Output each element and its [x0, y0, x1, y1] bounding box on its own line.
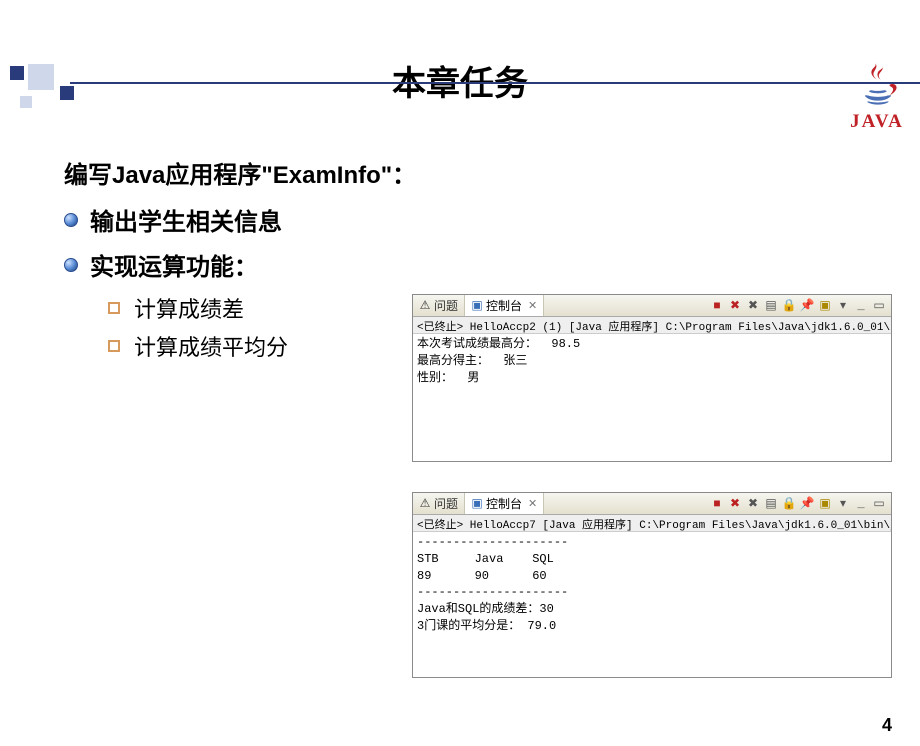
console-output: --------------------- STB Java SQL 89 90… — [413, 532, 891, 677]
remove-icon[interactable]: ✖ — [745, 496, 761, 512]
disc-bullet-icon — [64, 213, 78, 227]
pin-icon[interactable]: 📌 — [799, 496, 815, 512]
warning-icon: ⚠ — [419, 300, 431, 312]
terminate-all-icon[interactable]: ✖ — [727, 496, 743, 512]
console-toolbar: ■ ✖ ✖ ▤ 🔒 📌 ▣ ▾ _ ▭ — [709, 493, 891, 514]
terminate-icon[interactable]: ■ — [709, 298, 725, 314]
square-bullet-icon — [108, 340, 120, 352]
tab-console[interactable]: ▣ 控制台 ✕ — [465, 493, 544, 514]
dropdown-icon[interactable]: ▾ — [835, 496, 851, 512]
tab-label: 问题 — [434, 297, 458, 314]
scroll-lock-icon[interactable]: 🔒 — [781, 298, 797, 314]
console-tabs: ⚠ 问题 ▣ 控制台 ✕ ■ ✖ ✖ ▤ 🔒 📌 ▣ ▾ _ ▭ — [413, 493, 891, 515]
minimize-icon[interactable]: _ — [853, 298, 869, 314]
tab-problems[interactable]: ⚠ 问题 — [413, 295, 465, 316]
minimize-icon[interactable]: _ — [853, 496, 869, 512]
close-icon[interactable]: ✕ — [528, 497, 537, 511]
bullet-label: 输出学生相关信息 — [90, 202, 282, 237]
sub-bullet-label: 计算成绩差 — [134, 292, 244, 324]
console-icon: ▣ — [471, 498, 483, 510]
console-window-1: ⚠ 问题 ▣ 控制台 ✕ ■ ✖ ✖ ▤ 🔒 📌 ▣ ▾ _ ▭ <已终止> H… — [412, 294, 892, 462]
console-window-2: ⚠ 问题 ▣ 控制台 ✕ ■ ✖ ✖ ▤ 🔒 📌 ▣ ▾ _ ▭ <已终止> H… — [412, 492, 892, 678]
remove-icon[interactable]: ✖ — [745, 298, 761, 314]
display-icon[interactable]: ▣ — [817, 496, 833, 512]
dropdown-icon[interactable]: ▾ — [835, 298, 851, 314]
console-output: 本次考试成绩最高分： 98.5 最高分得主： 张三 性别： 男 — [413, 334, 891, 461]
console-toolbar: ■ ✖ ✖ ▤ 🔒 📌 ▣ ▾ _ ▭ — [709, 295, 891, 316]
bullet-item: 实现运算功能： — [64, 247, 920, 282]
scroll-lock-icon[interactable]: 🔒 — [781, 496, 797, 512]
java-logo: JAVA — [840, 60, 914, 144]
console-header: <已终止> HelloAccp2 (1) [Java 应用程序] C:\Prog… — [413, 317, 891, 334]
tab-label: 控制台 — [486, 495, 522, 512]
console-icon: ▣ — [471, 300, 483, 312]
corner-decoration — [0, 56, 160, 116]
close-icon[interactable]: ✕ — [528, 299, 537, 313]
top-rule — [70, 82, 920, 84]
tab-label: 控制台 — [486, 297, 522, 314]
logo-text: JAVA — [840, 111, 914, 133]
square-bullet-icon — [108, 302, 120, 314]
sub-bullet-label: 计算成绩平均分 — [134, 330, 288, 362]
tab-console[interactable]: ▣ 控制台 ✕ — [465, 295, 544, 316]
intro-text: 编写Java应用程序"ExamInfo"： — [64, 155, 920, 190]
warning-icon: ⚠ — [419, 498, 431, 510]
tab-problems[interactable]: ⚠ 问题 — [413, 493, 465, 514]
disc-bullet-icon — [64, 258, 78, 272]
maximize-icon[interactable]: ▭ — [871, 298, 887, 314]
console-tabs: ⚠ 问题 ▣ 控制台 ✕ ■ ✖ ✖ ▤ 🔒 📌 ▣ ▾ _ ▭ — [413, 295, 891, 317]
terminate-all-icon[interactable]: ✖ — [727, 298, 743, 314]
maximize-icon[interactable]: ▭ — [871, 496, 887, 512]
tab-label: 问题 — [434, 495, 458, 512]
console-header: <已终止> HelloAccp7 [Java 应用程序] C:\Program … — [413, 515, 891, 532]
terminate-icon[interactable]: ■ — [709, 496, 725, 512]
clear-icon[interactable]: ▤ — [763, 496, 779, 512]
page-number: 4 — [882, 715, 892, 736]
display-icon[interactable]: ▣ — [817, 298, 833, 314]
clear-icon[interactable]: ▤ — [763, 298, 779, 314]
bullet-item: 输出学生相关信息 — [64, 202, 920, 237]
pin-icon[interactable]: 📌 — [799, 298, 815, 314]
bullet-label: 实现运算功能： — [90, 247, 258, 282]
